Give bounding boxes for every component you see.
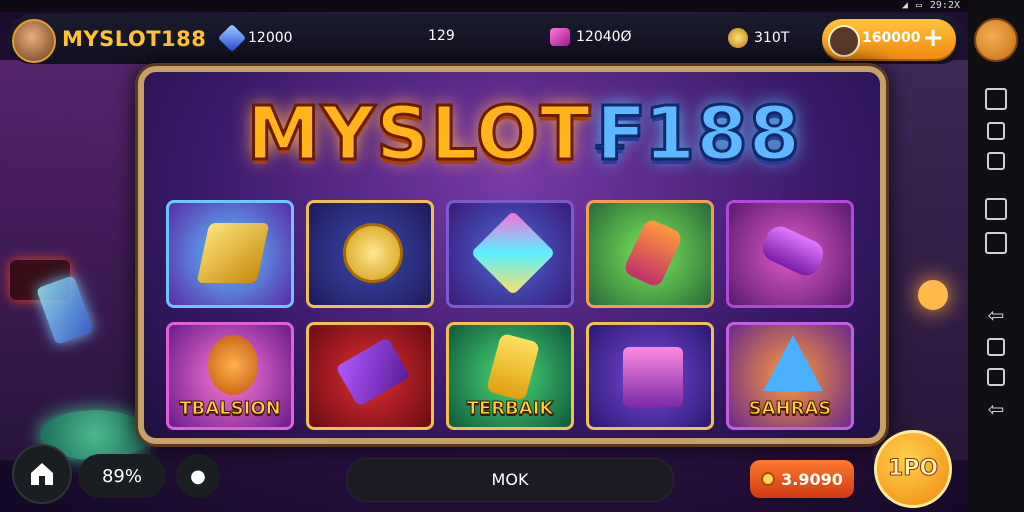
center-action-label: MOK xyxy=(491,470,529,489)
tile-treasure-chest[interactable] xyxy=(586,322,714,430)
currency-gems-value: 12000 xyxy=(248,30,293,46)
bear-mascot-icon xyxy=(208,335,258,395)
picture-icon[interactable] xyxy=(985,198,1007,220)
copy-icon[interactable] xyxy=(987,338,1005,356)
background-left-arcade xyxy=(0,60,150,460)
game-board: MYSLOT₣188 TBALSION TERBAIK SAHRAS xyxy=(138,66,886,444)
wifi-icon: ◢ xyxy=(901,0,908,11)
logo-main: MYSLOT xyxy=(245,91,592,178)
gold-bars-icon xyxy=(196,223,270,283)
house-icon xyxy=(31,463,53,485)
stat-pill[interactable]: 89% xyxy=(78,454,166,498)
player-avatar[interactable] xyxy=(12,19,56,63)
logo-tail: ₣188 xyxy=(590,91,802,178)
back-icon[interactable]: ⇦ xyxy=(985,398,1007,420)
scan-icon[interactable] xyxy=(985,88,1007,110)
balance-value: 3.9090 xyxy=(781,469,843,489)
right-nav-rail: ⇦ ⇦ xyxy=(968,0,1024,512)
spin-label: 1PO xyxy=(887,456,939,482)
tile-phone-device[interactable] xyxy=(586,200,714,308)
background-right-arcade xyxy=(873,60,968,460)
tile-label: TERBAIK xyxy=(466,398,554,420)
top-bar: MYSLOT188 12000 129 12040Ø 310T 160000 + xyxy=(8,14,964,64)
spin-button[interactable]: 1PO xyxy=(874,430,952,508)
currency-pink-value: 12040Ø xyxy=(576,29,632,45)
buy-value: 160000 xyxy=(862,30,921,46)
tile-label: SAHRAS xyxy=(748,398,832,420)
window-icon[interactable] xyxy=(985,232,1007,254)
coin-icon xyxy=(761,472,776,486)
plus-icon: + xyxy=(922,23,944,53)
battery-icon: ▭ xyxy=(915,0,922,11)
back-arrow-icon[interactable]: ⇦ xyxy=(985,304,1007,326)
pink-gem-icon xyxy=(550,28,570,46)
home-button[interactable] xyxy=(12,444,72,504)
background-lamp xyxy=(918,280,948,310)
purple-book-coin-icon xyxy=(335,337,411,407)
gold-coins-icon xyxy=(343,223,403,283)
status-right: ◢ ▭ 29:2X xyxy=(902,0,960,12)
tile-purple-book-coin[interactable] xyxy=(306,322,434,430)
game-logo: MYSLOT₣188 xyxy=(204,91,844,178)
balance-badge[interactable]: 3.9090 xyxy=(750,460,854,498)
currency-trophy-value: 310T xyxy=(754,30,790,46)
currency-level: 129 xyxy=(428,28,455,44)
blue-wedge-icon xyxy=(763,335,823,391)
currency-pink[interactable]: 12040Ø xyxy=(550,28,632,46)
yellow-device-icon xyxy=(485,332,541,402)
tile-purple-tube[interactable] xyxy=(726,200,854,308)
gold-trophy-icon xyxy=(728,28,748,48)
currency-trophy[interactable]: 310T xyxy=(728,28,789,48)
chat-button[interactable]: ● xyxy=(176,454,220,498)
blue-gem-icon xyxy=(217,23,247,53)
buy-coins-button[interactable]: 160000 + xyxy=(822,19,956,59)
tile-blue-wedge[interactable]: SAHRAS xyxy=(726,322,854,430)
status-bar: ◢ ▭ 29:2X xyxy=(0,0,968,12)
currency-level-value: 129 xyxy=(428,28,455,44)
center-action-button[interactable]: MOK xyxy=(346,458,674,502)
tile-label: TBALSION xyxy=(179,398,281,420)
treasure-chest-icon xyxy=(623,347,683,407)
tile-yellow-device[interactable]: TERBAIK xyxy=(446,322,574,430)
currency-gems[interactable]: 12000 xyxy=(217,23,293,53)
frame-icon[interactable] xyxy=(987,152,1005,170)
chat-bubble-icon: ● xyxy=(190,465,206,487)
mascot-avatar[interactable] xyxy=(974,18,1018,62)
tile-gold-bars[interactable] xyxy=(166,200,294,308)
rainbow-prism-icon xyxy=(470,210,556,296)
phone-device-icon xyxy=(622,217,684,289)
tile-rainbow-prism[interactable] xyxy=(446,200,574,308)
tile-gold-coins[interactable] xyxy=(306,200,434,308)
tile-bear-mascot[interactable]: TBALSION xyxy=(166,322,294,430)
purple-tube-icon xyxy=(758,222,828,280)
stat-pill-value: 89% xyxy=(101,465,142,487)
symbol-grid: TBALSION TERBAIK SAHRAS xyxy=(166,200,858,430)
status-time: 29:2X xyxy=(929,0,960,11)
brand-title: MYSLOT188 xyxy=(62,27,207,51)
buy-avatar-icon xyxy=(828,25,860,57)
folder-icon[interactable] xyxy=(987,368,1005,386)
grid-icon[interactable] xyxy=(987,122,1005,140)
